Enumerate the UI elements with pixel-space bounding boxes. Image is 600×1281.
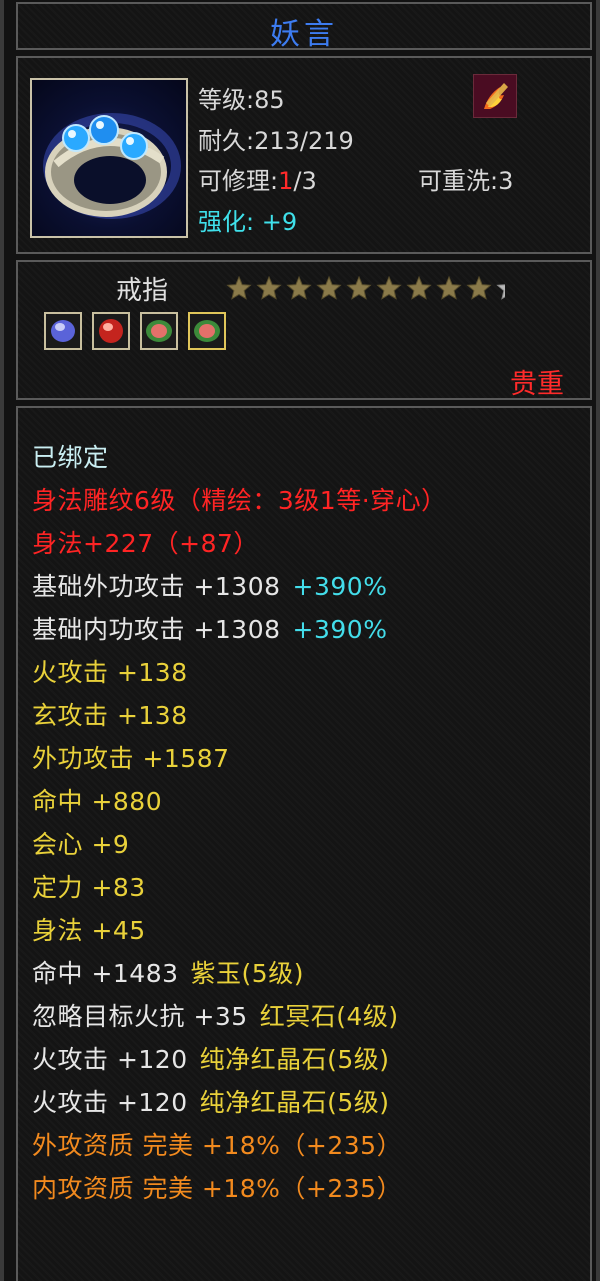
star-filled [466,275,492,300]
stat-line: 外攻资质 完美 +18%（+235） [32,1126,402,1162]
stat-extra: 红冥石(4级) [259,1002,399,1031]
enhance-label: 强化 [198,208,246,236]
stat-text: 身法 +45 [32,916,146,945]
stat-line: 基础内功攻击 +1308 +390% [32,610,387,646]
stat-text: 玄攻击 +138 [32,701,188,730]
stat-line: 火攻击 +138 [32,653,188,689]
flame-weapon-icon[interactable] [473,74,517,118]
stat-line: 已绑定 [32,438,109,474]
stat-text: 火攻击 +120 [32,1088,188,1117]
stat-text: 命中 +1483 [32,959,179,988]
repair-label: 可修理 [198,167,270,195]
stat-line: 定力 +83 [32,868,146,904]
stat-text: 会心 +9 [32,830,130,859]
stat-line: 外功攻击 +1587 [32,739,230,775]
stat-line: 会心 +9 [32,825,129,861]
rewash-label: 可重洗 [418,167,490,195]
stat-extra: 纯净红晶石(5级) [199,1088,390,1117]
stat-text: 已绑定 [32,443,109,472]
stat-extra: 紫玉(5级) [190,959,304,988]
stat-text: 基础外功攻击 +1308 [32,572,281,601]
green-red-gem-icon[interactable] [188,312,226,350]
stat-text: 身法雕纹6级（精绘：3级1等·穿心） [32,486,447,515]
stat-text: 基础内功攻击 +1308 [32,615,281,644]
star-rating [225,274,522,308]
star-empty [496,275,522,300]
enhance-line: 强化: +9 [198,208,298,236]
stat-line: 内攻资质 完美 +18%（+235） [32,1169,402,1205]
stat-text: 忽略目标火抗 +35 [32,1002,248,1031]
repair-current: 1 [278,167,294,195]
star-filled [376,275,402,300]
ring-icon[interactable] [30,78,188,238]
star-filled [436,275,462,300]
green-red-gem-icon[interactable] [140,312,178,350]
item-name: 妖言 [270,17,338,52]
durability-label: 耐久 [198,127,246,155]
stat-line: 命中 +880 [32,782,162,818]
rewash-line: 可重洗:3 [418,167,514,195]
star-filled [316,275,342,300]
repair-max: /3 [293,167,317,195]
star-filled [286,275,312,300]
level-line: 等级:85 [198,86,285,114]
stats-panel: 已绑定身法雕纹6级（精绘：3级1等·穿心） 身法+227（+87） 基础外功攻击 +… [16,406,592,1281]
red-gem-icon[interactable] [92,312,130,350]
stat-line: 身法+227（+87） [32,524,259,560]
level-value: 85 [254,86,285,114]
stat-extra: +390% [292,615,388,644]
item-header: 等级:85 耐久:213/219 可修理:1/3 可重洗:3 强化: +9 [16,56,592,254]
level-label: 等级 [198,86,246,114]
rarity-label: 贵重 [510,369,564,400]
stat-line: 命中 +1483 紫玉(5级) [32,954,304,990]
stat-text: 内攻资质 完美 +18%（+235） [32,1174,403,1203]
stat-text: 外攻资质 完美 +18%（+235） [32,1131,403,1160]
star-filled [226,275,252,300]
stat-text: 火攻击 +120 [32,1045,188,1074]
stat-text: 火攻击 +138 [32,658,188,687]
durability-value: 213/219 [254,127,354,155]
stat-line: 火攻击 +120 纯净红晶石(5级) [32,1040,390,1076]
stat-text: 外功攻击 +1587 [32,744,230,773]
stat-extra: +390% [292,572,388,601]
repair-line: 可修理:1/3 [198,167,317,195]
stat-line: 身法雕纹6级（精绘：3级1等·穿心） [32,481,447,517]
stat-line: 身法 +45 [32,911,146,947]
rewash-value: 3 [498,167,514,195]
star-filled [406,275,432,300]
title-bar: 妖言 [16,2,592,52]
item-type-label: 戒指 [116,276,169,306]
stat-line: 忽略目标火抗 +35 红冥石(4级) [32,997,399,1033]
stat-line: 基础外功攻击 +1308 +390% [32,567,387,603]
stat-line: 火攻击 +120 纯净红晶石(5级) [32,1083,390,1119]
enhance-value: +9 [261,208,298,236]
durability-line: 耐久:213/219 [198,127,354,155]
blue-gem-icon[interactable] [44,312,82,350]
stat-text: 定力 +83 [32,873,146,902]
stat-line: 玄攻击 +138 [32,696,188,732]
stat-extra: 纯净红晶石(5级) [199,1045,390,1074]
star-filled [256,275,282,300]
star-filled [346,275,372,300]
item-type-panel: 戒指 贵重 [16,260,592,400]
stat-text: 命中 +880 [32,787,163,816]
stat-text: 身法+227（+87） [32,529,259,558]
tooltip-window: 妖言 等级:85 耐久:213/219 可修理:1/3 可重洗:3 强化: +9… [0,0,600,1281]
